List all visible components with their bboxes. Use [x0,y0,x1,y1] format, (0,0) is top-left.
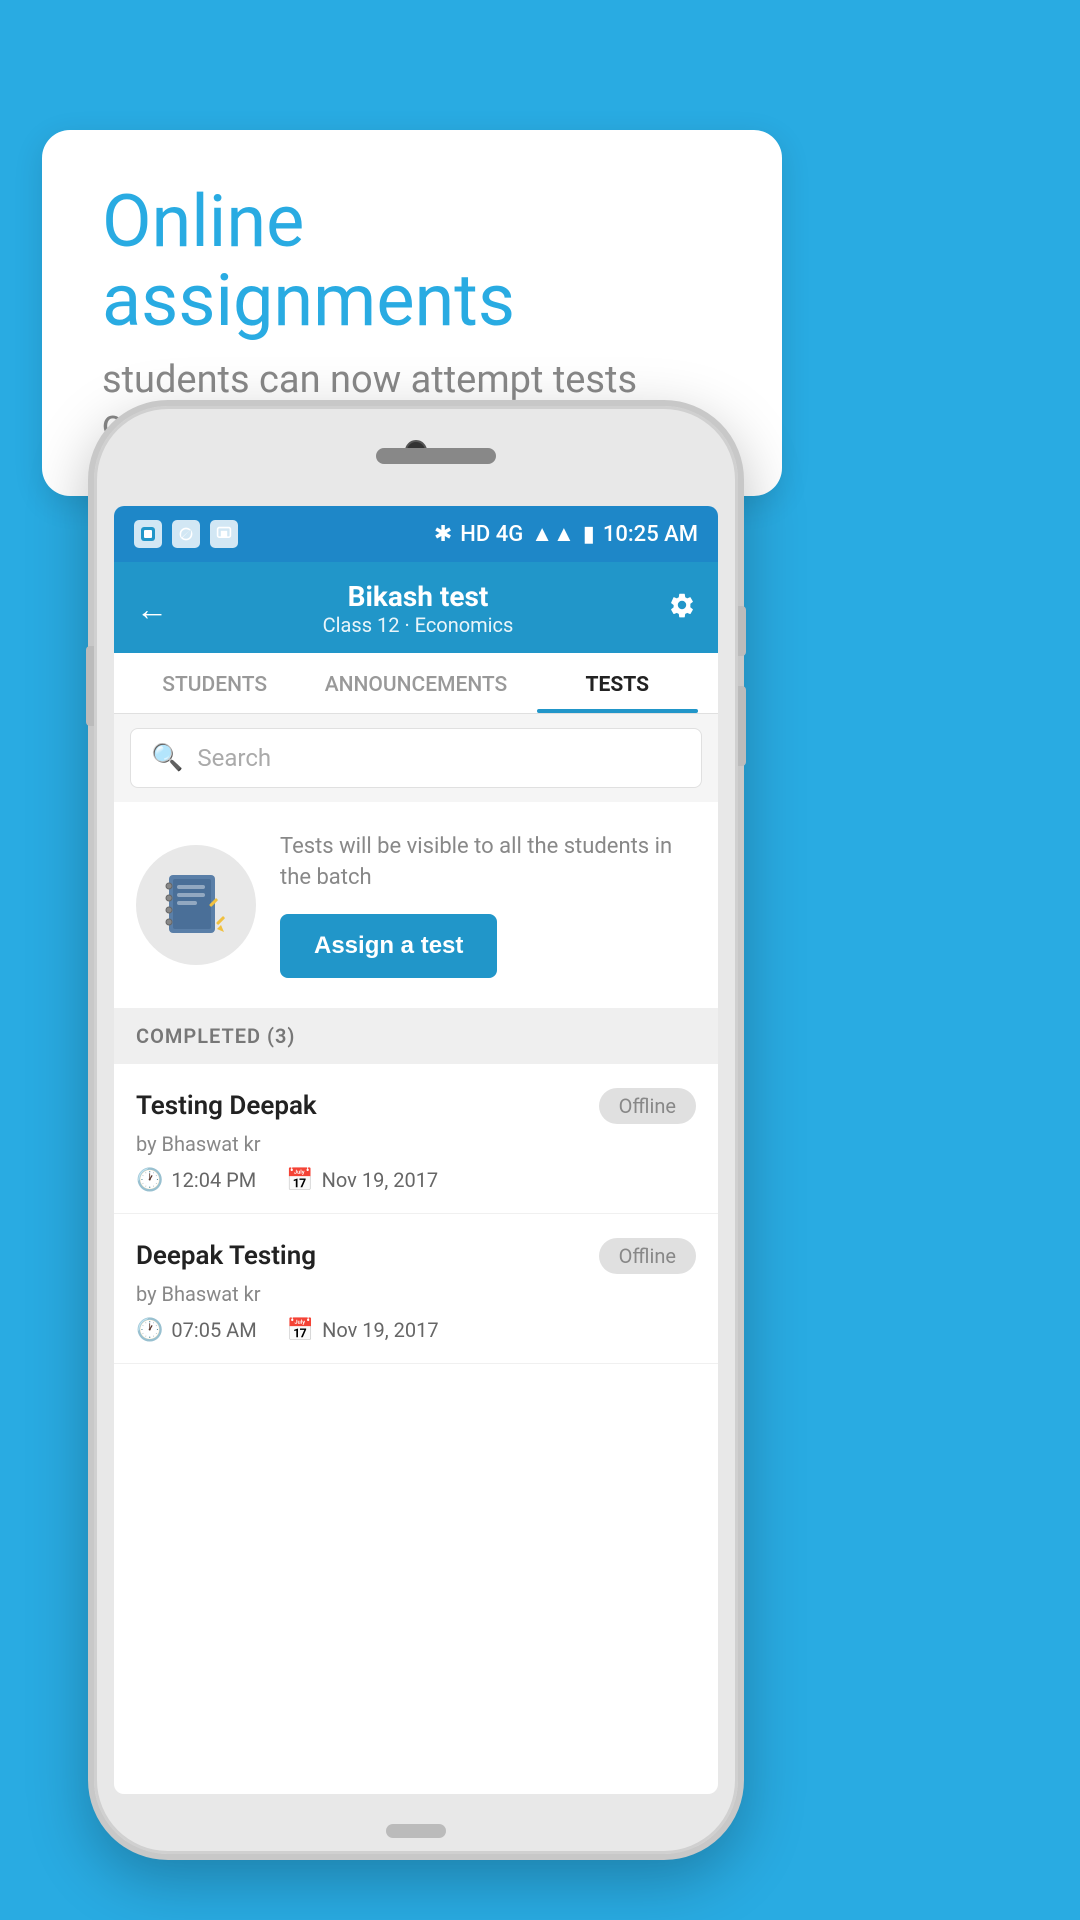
status-bar-left [134,520,238,548]
phone-home-button[interactable] [386,1824,446,1838]
assign-info-text: Tests will be visible to all the student… [280,832,696,894]
volume-up-button[interactable] [738,686,746,766]
phone-speaker [376,448,496,464]
tab-students[interactable]: STUDENTS [114,653,315,713]
clock-icon: 🕐 [136,1318,163,1343]
app-icon-1 [134,520,162,548]
calendar-icon: 📅 [286,1168,313,1193]
tabs-container: STUDENTS ANNOUNCEMENTS TESTS [114,653,718,714]
offline-badge: Offline [599,1088,696,1124]
test-time-value: 12:04 PM [171,1168,256,1192]
test-time-value: 07:05 AM [171,1318,256,1342]
settings-button[interactable] [668,591,696,626]
hero-title: Online assignments [102,182,722,340]
clock-icon: 🕐 [136,1168,163,1193]
search-icon: 🔍 [151,743,183,773]
notebook-icon [161,870,231,940]
volume-down-button[interactable] [86,646,94,726]
search-container: 🔍 Search [114,714,718,802]
test-author: by Bhaswat kr [136,1282,696,1306]
test-date-value: Nov 19, 2017 [322,1318,439,1342]
test-title: Testing Deepak [136,1091,317,1121]
test-time: 🕐 07:05 AM [136,1318,257,1343]
app-title: Bikash test [323,580,514,613]
phone-screen: ✱ HD 4G ▲▲ ▮ 10:25 AM ← Bikash test Clas… [114,506,718,1794]
battery-icon: ▮ [583,522,595,547]
offline-badge: Offline [599,1238,696,1274]
phone-frame: ✱ HD 4G ▲▲ ▮ 10:25 AM ← Bikash test Clas… [88,400,744,1860]
notebook-icon-circle [136,845,256,965]
test-title: Deepak Testing [136,1241,316,1271]
power-button[interactable] [738,606,746,656]
app-bar-center: Bikash test Class 12 · Economics [323,580,514,637]
test-item[interactable]: Deepak Testing Offline by Bhaswat kr 🕐 0… [114,1214,718,1364]
time-label: 10:25 AM [603,522,698,547]
search-bar[interactable]: 🔍 Search [130,728,702,788]
status-bar-right: ✱ HD 4G ▲▲ ▮ 10:25 AM [434,521,698,547]
test-date: 📅 Nov 19, 2017 [287,1318,439,1343]
test-meta: 🕐 07:05 AM 📅 Nov 19, 2017 [136,1318,696,1343]
assign-info: Tests will be visible to all the student… [280,832,696,978]
app-bar: ← Bikash test Class 12 · Economics [114,562,718,653]
completed-section-header: COMPLETED (3) [114,1008,718,1064]
status-bar: ✱ HD 4G ▲▲ ▮ 10:25 AM [114,506,718,562]
test-meta: 🕐 12:04 PM 📅 Nov 19, 2017 [136,1168,696,1193]
network-label: HD 4G [460,522,523,547]
back-button[interactable]: ← [136,590,168,628]
app-subtitle: Class 12 · Economics [323,613,514,637]
bluetooth-icon: ✱ [434,522,452,547]
test-item-header: Testing Deepak Offline [136,1088,696,1124]
app-icon-3 [210,520,238,548]
app-icon-2 [172,520,200,548]
assign-section: Tests will be visible to all the student… [114,802,718,1008]
tab-announcements[interactable]: ANNOUNCEMENTS [315,653,516,713]
test-item-header: Deepak Testing Offline [136,1238,696,1274]
calendar-icon: 📅 [287,1318,314,1343]
test-author: by Bhaswat kr [136,1132,696,1156]
search-input[interactable]: Search [197,744,271,772]
signal-icon: ▲▲ [531,521,575,547]
test-item[interactable]: Testing Deepak Offline by Bhaswat kr 🕐 1… [114,1064,718,1214]
phone-frame-container: ✱ HD 4G ▲▲ ▮ 10:25 AM ← Bikash test Clas… [88,400,744,1860]
test-date-value: Nov 19, 2017 [322,1168,439,1192]
tab-tests[interactable]: TESTS [517,653,718,713]
test-time: 🕐 12:04 PM [136,1168,256,1193]
assign-test-button[interactable]: Assign a test [280,914,497,978]
test-date: 📅 Nov 19, 2017 [286,1168,438,1193]
